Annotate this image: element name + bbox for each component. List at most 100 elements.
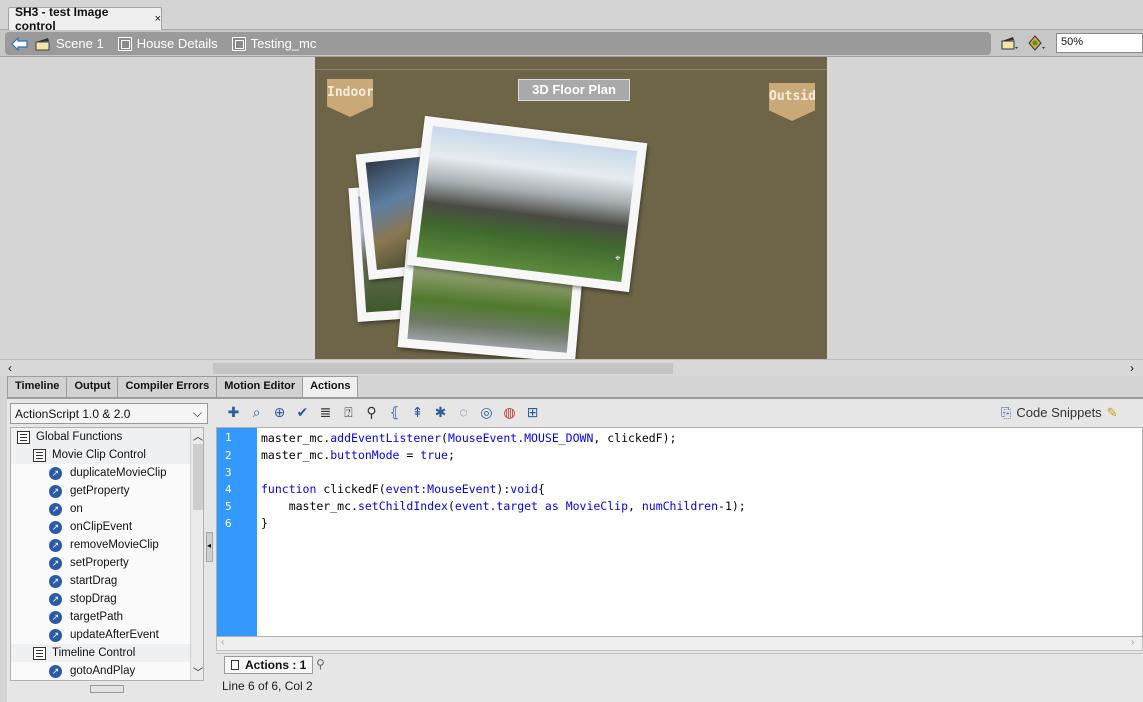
script-tab-label: Actions : 1 bbox=[245, 658, 307, 672]
tree-scrollbar[interactable]: ︿ ﹀ bbox=[190, 428, 203, 680]
edit-scene-icon[interactable] bbox=[1001, 35, 1019, 51]
tree-folder-timeline-control[interactable]: Timeline Control bbox=[11, 644, 203, 662]
language-select[interactable]: ActionScript 1.0 & 2.0 ⌵ bbox=[10, 403, 208, 424]
apply-line-comment-icon[interactable]: ◎ bbox=[478, 404, 495, 421]
function-icon: ↗ bbox=[49, 466, 62, 480]
actions-toolbox-tree: Global Functions Movie Clip Control ↗ du… bbox=[10, 427, 204, 681]
auto-format-icon[interactable]: ≣ bbox=[317, 404, 334, 421]
code-snippets-button[interactable]: ⎘ Code Snippets ✎ bbox=[1001, 403, 1118, 422]
scrollbar-thumb[interactable] bbox=[213, 363, 673, 374]
tree-item-gotoandplay[interactable]: ↗ gotoAndPlay bbox=[11, 662, 203, 680]
script-tab-actions[interactable]: Actions : 1 bbox=[224, 656, 314, 674]
show-hide-toolbox-icon[interactable]: ⊞ bbox=[524, 404, 541, 421]
code-line-2: master_mc.buttonMode = true; bbox=[261, 448, 455, 462]
scroll-right-icon[interactable]: › bbox=[1131, 637, 1134, 648]
pin-script-icon[interactable]: ⚲ bbox=[316, 657, 325, 671]
collapse-between-braces-icon[interactable]: ⦃ bbox=[386, 404, 403, 421]
breadcrumb: Scene 1 House Details Testing_mc bbox=[5, 32, 991, 55]
line-number: 2 bbox=[225, 449, 232, 462]
back-arrow-icon[interactable] bbox=[11, 36, 29, 51]
code-token: , bbox=[628, 499, 642, 513]
check-syntax-icon[interactable]: ✔ bbox=[294, 404, 311, 421]
tree-item-startdrag[interactable]: ↗ startDrag bbox=[11, 572, 203, 590]
tree-item-label: gotoAndPlay bbox=[70, 665, 136, 677]
editor-horizontal-scrollbar[interactable]: ‹ › bbox=[216, 637, 1143, 651]
code-token: master_mc. bbox=[261, 448, 331, 462]
code-token: , clickedF); bbox=[593, 431, 677, 445]
actions-panel: ActionScript 1.0 & 2.0 ⌵ ✚ ⌕ ⊕ ✔ ≣ ⍰ ⚲ ⦃… bbox=[7, 398, 1143, 702]
add-item-icon[interactable]: ✚ bbox=[225, 404, 242, 421]
collapse-selection-icon[interactable]: ⇞ bbox=[409, 404, 426, 421]
scroll-right-icon[interactable]: › bbox=[1130, 361, 1134, 375]
indoor-button[interactable]: Indoor bbox=[327, 79, 373, 117]
insert-target-path-icon[interactable]: ⊕ bbox=[271, 404, 288, 421]
tree-item-updateafterevent[interactable]: ↗ updateAfterEvent bbox=[11, 626, 203, 644]
tab-timeline[interactable]: Timeline bbox=[7, 376, 68, 397]
tree-item-label: getProperty bbox=[70, 485, 130, 497]
tree-scrollbar-thumb[interactable] bbox=[193, 444, 203, 510]
tree-item-setproperty[interactable]: ↗ setProperty bbox=[11, 554, 203, 572]
breadcrumb-testing-mc[interactable]: Testing_mc bbox=[231, 36, 316, 51]
code-line-1: master_mc.addEventListener(MouseEvent.MO… bbox=[261, 431, 676, 445]
floor-plan-button[interactable]: 3D Floor Plan bbox=[518, 79, 630, 101]
function-icon: ↗ bbox=[49, 610, 62, 624]
stage-horizontal-scrollbar[interactable]: ‹ › bbox=[0, 359, 1143, 376]
scroll-left-icon[interactable]: ‹ bbox=[8, 361, 12, 375]
stage: Indoor Outside 3D Floor Plan ⌖ bbox=[315, 57, 827, 359]
breadcrumb-scene-label: Scene 1 bbox=[56, 36, 104, 51]
book-icon bbox=[33, 448, 46, 462]
panel-splitter[interactable]: ◂ bbox=[206, 532, 213, 562]
code-token: { bbox=[537, 482, 545, 496]
close-icon[interactable]: × bbox=[155, 13, 161, 25]
tab-compiler-errors[interactable]: Compiler Errors bbox=[117, 376, 218, 397]
actions-toolbar: ✚ ⌕ ⊕ ✔ ≣ ⍰ ⚲ ⦃ ⇞ ✱ ◌ ◎ ◍ ⊞ bbox=[225, 403, 541, 421]
outside-button[interactable]: Outside bbox=[769, 83, 815, 121]
tree-item-removemovieclip[interactable]: ↗ removeMovieClip bbox=[11, 536, 203, 554]
breadcrumb-scene[interactable]: Scene 1 bbox=[35, 36, 104, 51]
edit-symbols-icon[interactable] bbox=[1028, 35, 1046, 51]
tree-item-getproperty[interactable]: ↗ getProperty bbox=[11, 482, 203, 500]
code-token: ; bbox=[447, 448, 455, 462]
breadcrumb-house-details[interactable]: House Details bbox=[117, 36, 218, 51]
tree-item-label: on bbox=[70, 503, 83, 515]
document-tab[interactable]: SH3 - test Image control × bbox=[8, 5, 162, 33]
magic-wand-icon[interactable]: ✎ bbox=[1107, 405, 1118, 421]
code-token: } bbox=[261, 516, 268, 530]
zoom-input[interactable]: 50% bbox=[1056, 33, 1143, 53]
function-icon: ↗ bbox=[49, 556, 62, 570]
document-tab-bar: SH3 - test Image control × bbox=[0, 0, 1143, 33]
chevron-up-icon[interactable]: ︿ bbox=[193, 428, 203, 443]
tree-item-stopdrag[interactable]: ↗ stopDrag bbox=[11, 590, 203, 608]
photo-card[interactable] bbox=[406, 115, 648, 293]
tree-item-duplicatemovieclip[interactable]: ↗ duplicateMovieClip bbox=[11, 464, 203, 482]
code-token: numChildren bbox=[641, 499, 719, 513]
tab-actions[interactable]: Actions bbox=[302, 376, 359, 397]
tree-item-onclipevent[interactable]: ↗ onClipEvent bbox=[11, 518, 203, 536]
chevron-down-icon[interactable]: ﹀ bbox=[193, 664, 203, 679]
code-token: event.target bbox=[454, 499, 538, 513]
code-token: as bbox=[537, 499, 566, 513]
tab-output[interactable]: Output bbox=[66, 376, 119, 397]
code-snippets-label: Code Snippets bbox=[1016, 405, 1102, 420]
code-hint-icon[interactable]: ⍰ bbox=[340, 404, 357, 421]
panel-tab-bar: Timeline Output Compiler Errors Motion E… bbox=[7, 376, 1143, 398]
tree-item-on[interactable]: ↗ on bbox=[11, 500, 203, 518]
tree-item-targetpath[interactable]: ↗ targetPath bbox=[11, 608, 203, 626]
code-token: MovieClip bbox=[565, 499, 628, 513]
remove-comment-icon[interactable]: ◍ bbox=[501, 404, 518, 421]
tree-resize-handle[interactable] bbox=[90, 685, 124, 693]
find-icon[interactable]: ⌕ bbox=[248, 404, 265, 421]
movieclip-icon bbox=[231, 36, 246, 51]
tree-list: Global Functions Movie Clip Control ↗ du… bbox=[11, 428, 203, 680]
expand-all-icon[interactable]: ✱ bbox=[432, 404, 449, 421]
debug-options-icon[interactable]: ⚲ bbox=[363, 404, 380, 421]
apply-block-comment-icon[interactable]: ◌ bbox=[455, 404, 472, 421]
function-icon: ↗ bbox=[49, 484, 62, 498]
tree-item-label: updateAfterEvent bbox=[70, 629, 159, 641]
tree-folder-global-functions[interactable]: Global Functions bbox=[11, 428, 203, 446]
scroll-left-icon[interactable]: ‹ bbox=[221, 637, 224, 648]
code-editor[interactable]: 1 2 3 4 5 6 master_mc.addEventListener(M… bbox=[216, 427, 1143, 637]
tree-folder-movie-clip-control[interactable]: Movie Clip Control bbox=[11, 446, 203, 464]
tree-item-label: setProperty bbox=[70, 557, 129, 569]
tab-motion-editor[interactable]: Motion Editor bbox=[216, 376, 304, 397]
